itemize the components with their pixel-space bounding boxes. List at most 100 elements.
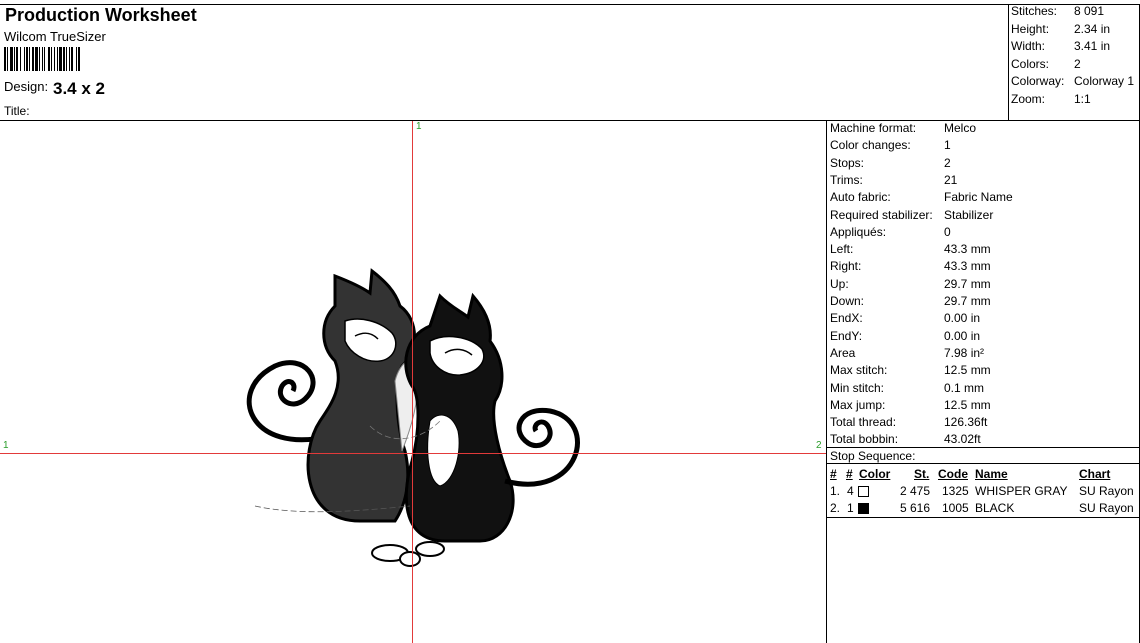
chart-header: Chart — [1079, 467, 1111, 481]
barcode-bar — [44, 47, 45, 71]
barcode-bar — [48, 47, 50, 71]
stop-sequence-bottom-rule — [826, 517, 1140, 518]
barcode-bar — [32, 47, 34, 71]
color-swatch — [858, 503, 869, 514]
detail-value: 29.7 mm — [944, 276, 991, 291]
summary-label: Colors: — [1011, 57, 1050, 71]
barcode-bar — [78, 47, 80, 71]
cat-design-image — [246, 268, 580, 567]
detail-label: Max stitch: — [830, 363, 888, 378]
barcode-image — [4, 47, 80, 71]
stop-sequence-header-rule — [826, 463, 1140, 464]
detail-label: Right: — [830, 259, 862, 274]
name-header: Name — [975, 467, 1008, 481]
summary-value: 2 — [1074, 57, 1081, 71]
detail-value: 0.00 in — [944, 328, 981, 343]
barcode-bar — [54, 47, 55, 71]
title-label: Title: — [4, 104, 30, 118]
needle-number: 4 — [847, 484, 854, 498]
design-canvas — [246, 268, 580, 567]
detail-value: 0.1 mm — [944, 380, 985, 395]
summary-value: 3.41 in — [1074, 39, 1111, 53]
detail-label: Auto fabric: — [830, 190, 891, 205]
detail-value: 29.7 mm — [944, 294, 991, 308]
detail-label: Total thread: — [830, 415, 897, 430]
barcode-bar — [42, 47, 43, 71]
detail-label: Max jump: — [830, 397, 886, 412]
stop-sequence-title: Stop Sequence: — [830, 449, 916, 463]
barcode-bar — [14, 47, 15, 71]
summary-value: 2.34 in — [1074, 22, 1111, 36]
barcode-bar — [4, 47, 6, 71]
color-swatch — [858, 486, 869, 497]
barcode-bar — [66, 47, 67, 71]
summary-label: Stitches: — [1011, 4, 1058, 18]
needle-number: 1 — [847, 501, 854, 515]
barcode-bar — [69, 47, 70, 71]
barcode-bar — [16, 47, 18, 71]
barcode-bar — [57, 47, 58, 71]
summary-label: Zoom: — [1011, 92, 1046, 106]
summary-label: Height: — [1011, 22, 1050, 36]
software-name: Wilcom TrueSizer — [4, 29, 106, 44]
detail-label: Stops: — [830, 155, 865, 170]
barcode-bar — [35, 47, 38, 71]
barcode-bar — [29, 47, 30, 71]
detail-value: 2 — [944, 155, 951, 170]
axis-label-right: 2 — [816, 440, 822, 451]
detail-label: Area — [830, 345, 856, 360]
detail-value: 1 — [944, 138, 951, 153]
detail-label: Required stabilizer: — [830, 207, 933, 222]
worksheet-title: Production Worksheet — [5, 5, 197, 25]
detail-label: EndX: — [830, 311, 863, 326]
stop-number: 1. — [830, 484, 841, 498]
stop-number: 2. — [830, 501, 841, 515]
panel-divider — [826, 120, 827, 643]
detail-label: Up: — [830, 276, 849, 291]
detail-label: Down: — [830, 294, 865, 308]
thread-code: 1005 — [942, 501, 969, 515]
detail-label: Min stitch: — [830, 380, 885, 395]
summary-divider — [1008, 4, 1009, 120]
detail-label: Total bobbin: — [830, 432, 899, 447]
barcode-bar — [20, 47, 21, 71]
detail-label: Left: — [830, 242, 854, 257]
thread-name: BLACK — [975, 501, 1015, 515]
detail-value: 43.3 mm — [944, 242, 991, 257]
detail-value: 43.3 mm — [944, 259, 991, 274]
stop-sequence-divider — [826, 447, 1140, 448]
design-label: Design: — [4, 79, 49, 94]
detail-value: 43.02ft — [944, 432, 981, 447]
detail-value: Melco — [944, 121, 977, 135]
thread-name: WHISPER GRAY — [975, 484, 1068, 498]
detail-value: 12.5 mm — [944, 363, 991, 378]
summary-label: Colorway: — [1011, 74, 1065, 88]
barcode-bar — [26, 47, 28, 71]
code-header: Code — [938, 467, 968, 481]
stitches-header: St. — [914, 467, 930, 481]
barcode-bar — [10, 47, 13, 71]
summary-value: 1:1 — [1074, 92, 1091, 106]
detail-value: 7.98 in² — [944, 345, 985, 360]
detail-value: Fabric Name — [944, 190, 1013, 205]
summary-label: Width: — [1011, 39, 1046, 53]
stop-number-header: # — [830, 467, 837, 481]
detail-value: 0 — [944, 224, 951, 239]
detail-label: Color changes: — [830, 138, 911, 153]
color-header: Color — [859, 467, 891, 481]
crosshair-vertical — [412, 121, 413, 643]
design-size: 3.4 x 2 — [53, 79, 105, 98]
detail-label: Machine format: — [830, 121, 917, 135]
stitch-count: 2 475 — [900, 484, 931, 498]
needle-number-header: # — [846, 467, 853, 481]
detail-value: 12.5 mm — [944, 397, 991, 412]
barcode-bar — [71, 47, 73, 71]
summary-value: 8 091 — [1074, 4, 1105, 18]
detail-value: 21 — [944, 172, 958, 187]
thread-chart: SU Rayon — [1079, 501, 1134, 515]
detail-label: Trims: — [830, 172, 863, 187]
detail-label: EndY: — [830, 328, 863, 343]
barcode-bar — [51, 47, 52, 71]
crosshair-horizontal — [0, 453, 826, 454]
barcode-bar — [76, 47, 77, 71]
